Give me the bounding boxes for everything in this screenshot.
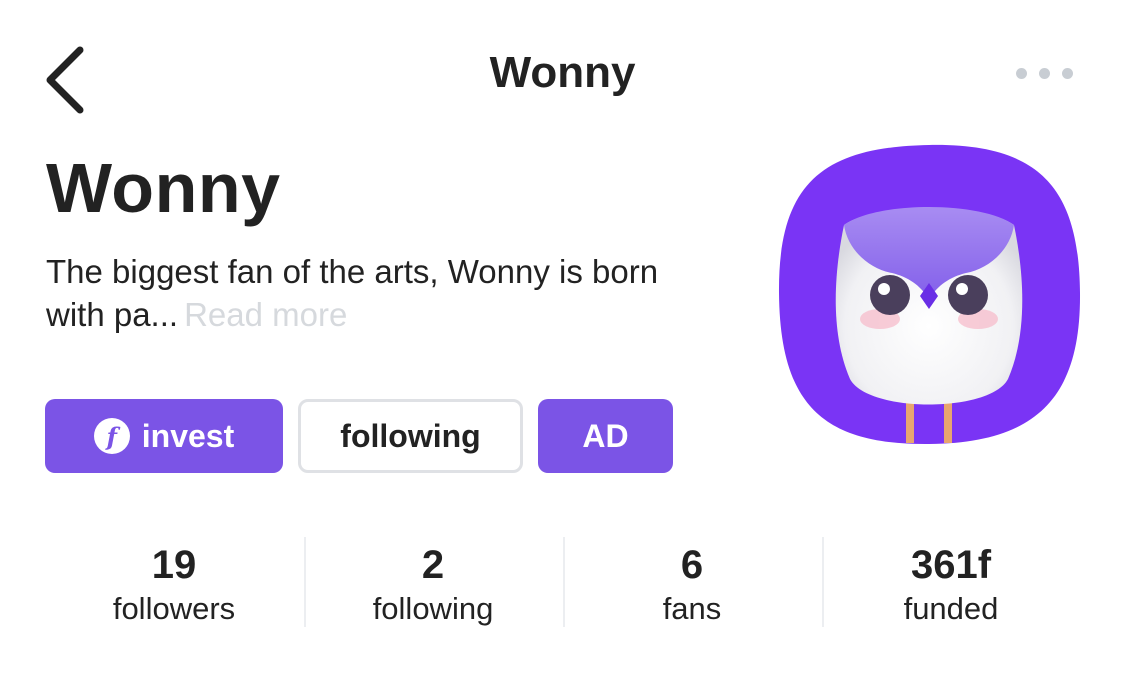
invest-button[interactable]: f invest [45,399,283,473]
stats-bar: 19 followers 2 following 6 fans 361f fun… [45,535,1080,630]
following-button[interactable]: following [298,399,523,473]
stat-value: 6 [680,543,704,587]
ad-label: AD [582,417,629,454]
stat-fans[interactable]: 6 fans [563,535,821,630]
owl-avatar-icon [778,144,1081,445]
stat-label: following [372,591,494,626]
more-button[interactable] [1008,60,1080,88]
stat-label: funded [903,591,999,626]
nav-title: Wonny [489,48,636,97]
stat-label: fans [662,591,722,626]
stat-following[interactable]: 2 following [304,535,562,630]
funding-icon: f [93,418,130,454]
stat-value: 2 [421,543,445,587]
read-more-link[interactable]: Read more [184,296,347,333]
bio-text: The biggest fan of the arts, Wonny is bo… [46,253,659,333]
stat-value: 19 [151,543,197,587]
ad-button[interactable]: AD [538,399,673,473]
avatar[interactable] [778,143,1081,446]
stat-value: 361f [910,543,992,587]
nav-bar: Wonny [0,0,1125,150]
profile-name: Wonny [46,149,281,227]
following-label: following [340,417,481,454]
invest-label: invest [141,417,235,454]
profile-bio: The biggest fan of the arts, Wonny is bo… [46,250,706,336]
stat-followers[interactable]: 19 followers [45,535,303,630]
stat-funded[interactable]: 361f funded [822,535,1080,630]
stat-label: followers [112,591,236,626]
